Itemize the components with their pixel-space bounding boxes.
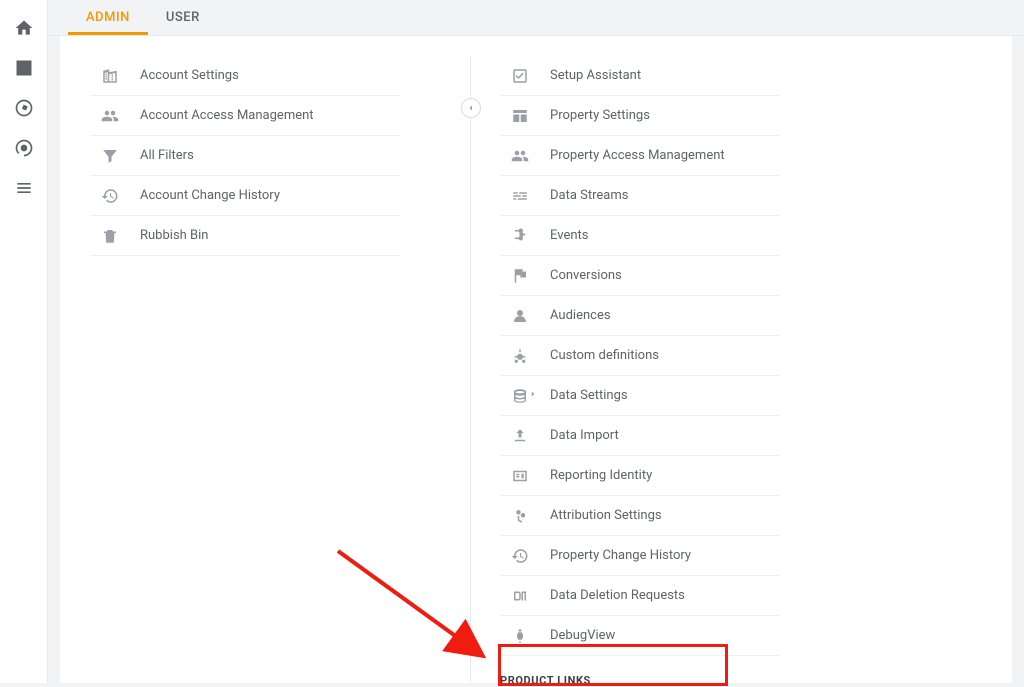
- main-area: ADMIN USER Account Settings Account Acce…: [48, 0, 1024, 683]
- dd-icon: [500, 576, 540, 616]
- item-label: Property Access Management: [550, 148, 725, 163]
- people-icon: [90, 96, 130, 136]
- data-deletion-requests-item[interactable]: Data Deletion Requests: [500, 576, 780, 616]
- trash-icon: [90, 216, 130, 256]
- tab-user[interactable]: USER: [148, 0, 218, 35]
- property-menu-list: Setup Assistant Property Settings Proper…: [500, 56, 780, 656]
- item-label: Attribution Settings: [550, 508, 662, 523]
- streams-icon: [500, 176, 540, 216]
- flag-icon: [500, 256, 540, 296]
- item-label: Conversions: [550, 268, 622, 283]
- data-import-item[interactable]: Data Import: [500, 416, 780, 456]
- attribution-icon: [500, 496, 540, 536]
- item-label: Rubbish Bin: [140, 228, 208, 243]
- item-label: Audiences: [550, 308, 611, 323]
- setup-assistant-item[interactable]: Setup Assistant: [500, 56, 780, 96]
- building-icon: [90, 56, 130, 96]
- item-label: Data Deletion Requests: [550, 588, 685, 603]
- data-settings-item[interactable]: Data Settings: [500, 376, 780, 416]
- all-filters-item[interactable]: All Filters: [90, 136, 400, 176]
- debug-icon: [500, 616, 540, 656]
- account-settings-item[interactable]: Account Settings: [90, 56, 400, 96]
- rubbish-bin-item[interactable]: Rubbish Bin: [90, 216, 400, 256]
- layout-icon: [500, 96, 540, 136]
- property-settings-item[interactable]: Property Settings: [500, 96, 780, 136]
- advertising-icon[interactable]: [8, 132, 40, 164]
- debugview-item[interactable]: DebugView: [500, 616, 780, 656]
- upload-icon: [500, 416, 540, 456]
- events-icon: [500, 216, 540, 256]
- account-change-history-item[interactable]: Account Change History: [90, 176, 400, 216]
- item-label: Account Settings: [140, 68, 239, 83]
- explore-icon[interactable]: [8, 92, 40, 124]
- item-label: Data Import: [550, 428, 619, 443]
- item-label: DebugView: [550, 628, 615, 643]
- tab-admin[interactable]: ADMIN: [68, 0, 148, 35]
- audiences-item[interactable]: Audiences: [500, 296, 780, 336]
- configure-icon[interactable]: [8, 172, 40, 204]
- conversions-item[interactable]: Conversions: [500, 256, 780, 296]
- admin-tabs: ADMIN USER: [48, 0, 1024, 36]
- item-label: Account Change History: [140, 188, 280, 203]
- people-icon: [500, 136, 540, 176]
- item-label: Events: [550, 228, 588, 243]
- reports-icon[interactable]: [8, 52, 40, 84]
- item-label: Data Settings: [550, 388, 628, 403]
- events-item[interactable]: Events: [500, 216, 780, 256]
- left-nav-rail: [0, 0, 48, 683]
- history-icon: [90, 176, 130, 216]
- item-label: Custom definitions: [550, 348, 659, 363]
- data-streams-item[interactable]: Data Streams: [500, 176, 780, 216]
- property-column: Setup Assistant Property Settings Proper…: [470, 36, 810, 683]
- item-label: Account Access Management: [140, 108, 314, 123]
- id-card-icon: [500, 456, 540, 496]
- property-change-history-item[interactable]: Property Change History: [500, 536, 780, 576]
- admin-content: Account Settings Account Access Manageme…: [60, 36, 1012, 683]
- account-column: Account Settings Account Access Manageme…: [60, 36, 430, 683]
- item-label: All Filters: [140, 148, 194, 163]
- item-label: Property Change History: [550, 548, 691, 563]
- product-links-header: PRODUCT LINKS: [500, 674, 780, 687]
- account-access-item[interactable]: Account Access Management: [90, 96, 400, 136]
- chevron-right-icon: [528, 389, 538, 399]
- hierarchy-icon: [500, 336, 540, 376]
- filter-icon: [90, 136, 130, 176]
- property-access-item[interactable]: Property Access Management: [500, 136, 780, 176]
- item-label: Property Settings: [550, 108, 650, 123]
- audience-icon: [500, 296, 540, 336]
- checkbox-icon: [500, 56, 540, 96]
- item-label: Data Streams: [550, 188, 628, 203]
- home-icon[interactable]: [8, 12, 40, 44]
- collapse-column-button[interactable]: [461, 98, 481, 118]
- item-label: Setup Assistant: [550, 68, 641, 83]
- custom-definitions-item[interactable]: Custom definitions: [500, 336, 780, 376]
- history-icon: [500, 536, 540, 576]
- account-menu-list: Account Settings Account Access Manageme…: [90, 56, 400, 256]
- item-label: Reporting Identity: [550, 468, 652, 483]
- reporting-identity-item[interactable]: Reporting Identity: [500, 456, 780, 496]
- attribution-settings-item[interactable]: Attribution Settings: [500, 496, 780, 536]
